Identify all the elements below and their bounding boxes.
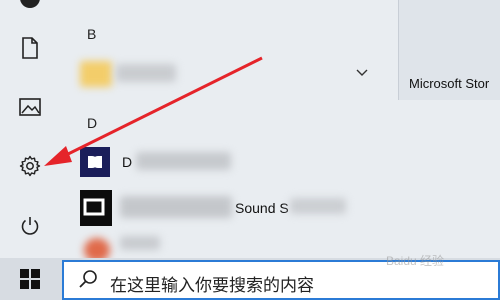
section-letter-d[interactable]: D — [87, 115, 97, 131]
power-icon — [21, 217, 39, 235]
blurred-app-name — [120, 236, 160, 250]
gear-icon — [19, 155, 41, 177]
search-icon — [79, 270, 97, 288]
document-icon — [22, 37, 38, 59]
windows-logo-icon — [20, 269, 40, 289]
app-name: Sound S — [235, 200, 289, 216]
blurred-app-name — [120, 196, 232, 218]
pictures-button[interactable] — [14, 91, 46, 123]
documents-button[interactable] — [14, 32, 46, 64]
start-button[interactable] — [10, 264, 50, 294]
dts-icon — [80, 190, 112, 226]
settings-button[interactable] — [14, 150, 46, 182]
start-menu-rail — [0, 0, 60, 258]
watermark: Baidu 经验 — [386, 254, 445, 268]
blurred-app-name — [116, 64, 176, 82]
chevron-down-icon[interactable] — [356, 69, 368, 77]
app-list-item[interactable] — [80, 56, 370, 92]
start-menu-screen: B D D Sound S Microsoft Stor 在这里输入你要搜索的内… — [0, 0, 500, 300]
app-list-item[interactable]: D — [80, 144, 370, 180]
blurred-app-name — [136, 152, 231, 170]
app-name: D — [122, 154, 133, 170]
dolby-icon — [80, 147, 110, 177]
tile-label: Microsoft Stor — [409, 76, 490, 91]
search-placeholder: 在这里输入你要搜索的内容 — [110, 276, 314, 296]
section-letter-b[interactable]: B — [87, 26, 96, 42]
pictures-icon — [19, 98, 41, 116]
avatar-icon — [20, 0, 40, 8]
power-button[interactable] — [14, 210, 46, 242]
user-avatar-button[interactable] — [14, 0, 46, 14]
microsoft-store-tile[interactable]: Microsoft Stor — [398, 0, 500, 100]
app-list: B D D Sound S — [60, 0, 380, 262]
blurred-app-name — [290, 198, 346, 214]
app-list-item[interactable]: Sound S — [80, 190, 370, 226]
folder-icon — [80, 59, 112, 89]
